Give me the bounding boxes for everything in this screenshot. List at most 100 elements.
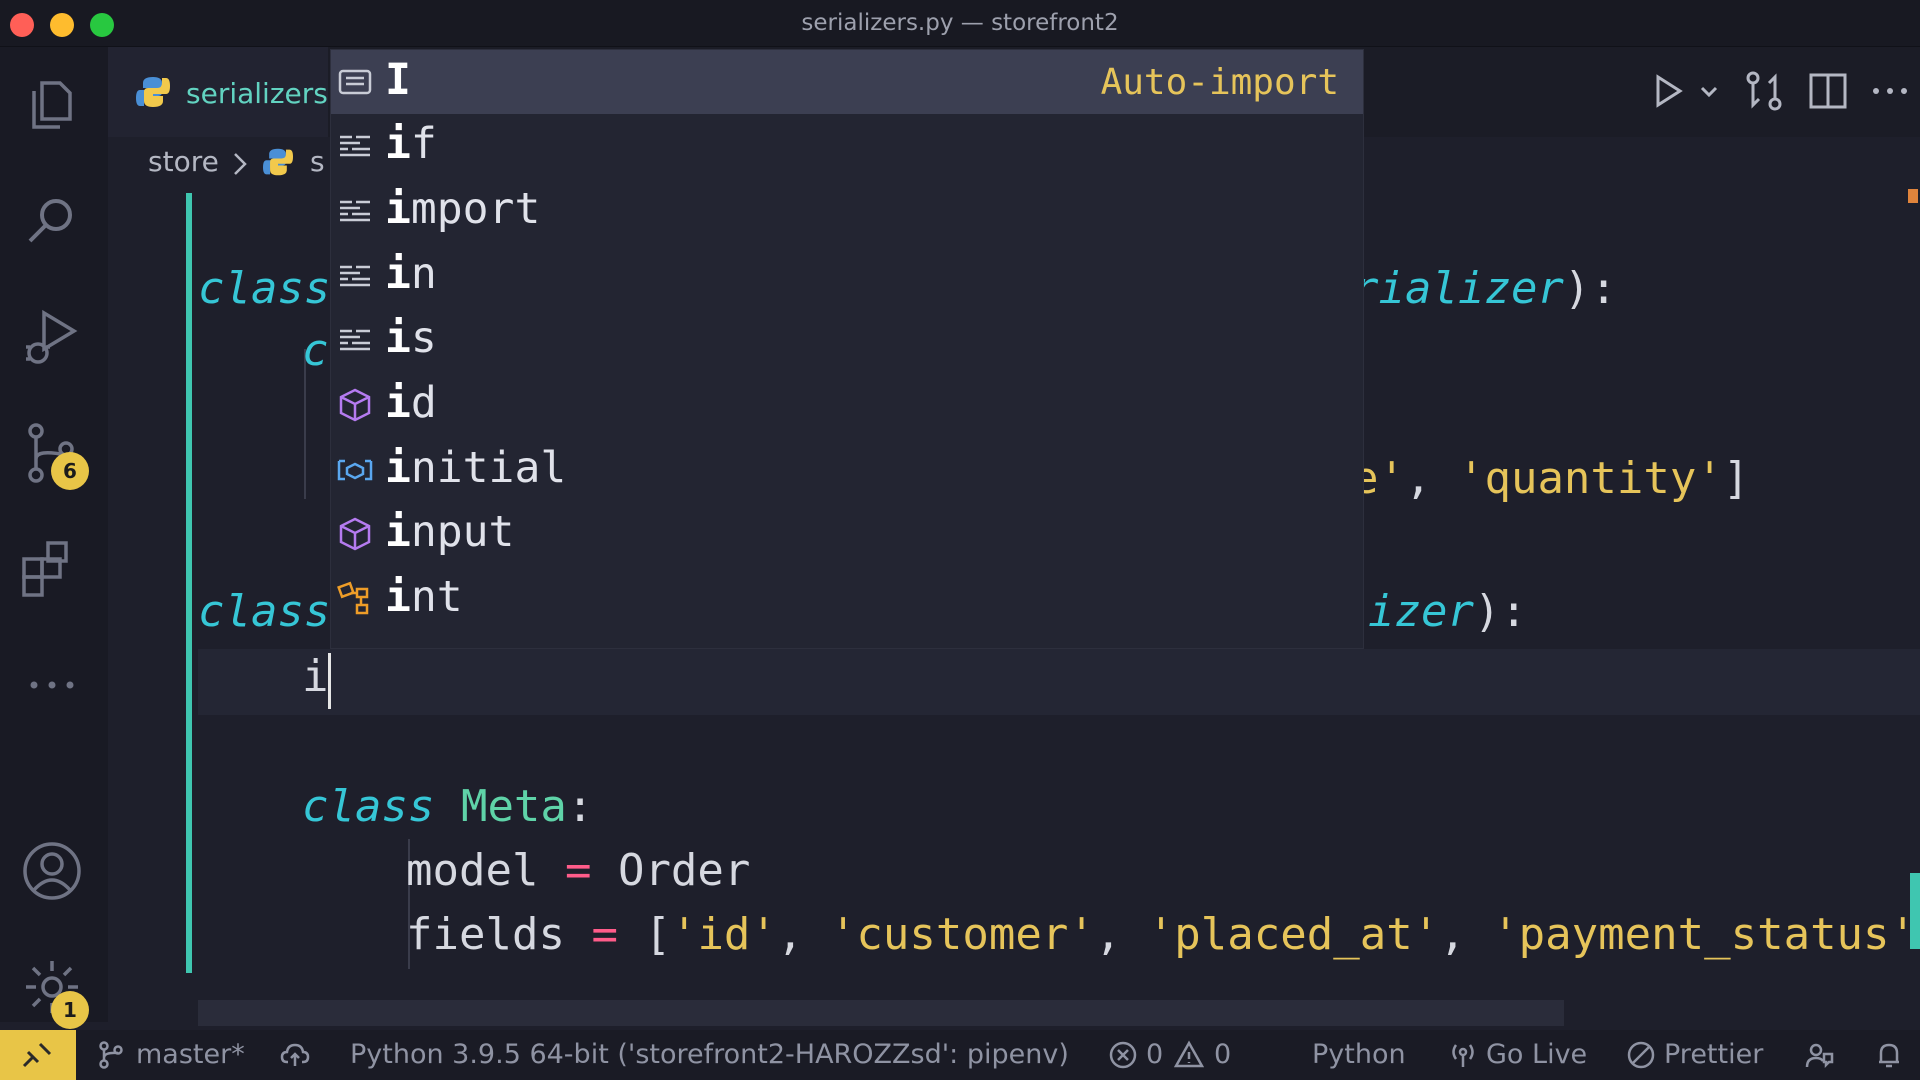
settings-badge: 1 bbox=[51, 991, 89, 1029]
punctuation: [ bbox=[644, 909, 671, 960]
horizontal-scrollbar[interactable] bbox=[198, 1000, 1564, 1026]
suggestion-item[interactable]: is bbox=[331, 308, 1363, 372]
overview-ruler-mark bbox=[1910, 873, 1920, 949]
feedback-icon[interactable] bbox=[1804, 1040, 1834, 1070]
warning-icon bbox=[1174, 1040, 1204, 1068]
python-interpreter[interactable]: Python 3.9.5 64-bit ('storefront2-HAROZZ… bbox=[350, 1039, 1069, 1070]
identifier: Order bbox=[617, 845, 751, 896]
suggestion-label: input bbox=[385, 507, 515, 557]
more-actions-icon[interactable] bbox=[1868, 69, 1912, 113]
git-gutter-added bbox=[186, 193, 192, 973]
string: 'payment_status' bbox=[1492, 909, 1917, 960]
error-count[interactable]: 0 bbox=[1146, 1039, 1163, 1070]
code-line: izer): bbox=[1368, 586, 1527, 637]
typed-text: i bbox=[302, 651, 329, 702]
suggestion-label: is bbox=[385, 313, 437, 363]
sync-cloud-icon[interactable] bbox=[280, 1040, 310, 1070]
code-line: class bbox=[198, 263, 330, 314]
operator: = bbox=[591, 909, 618, 960]
suggestion-label: in bbox=[385, 249, 437, 299]
variable-icon bbox=[337, 459, 373, 481]
variable: fields bbox=[406, 909, 565, 960]
run-debug-icon[interactable] bbox=[18, 303, 86, 371]
code-line: model = Order bbox=[406, 845, 750, 896]
language-mode[interactable]: Python bbox=[1312, 1039, 1406, 1070]
error-icon bbox=[1109, 1041, 1137, 1069]
explorer-icon[interactable] bbox=[18, 71, 86, 139]
suggestion-item[interactable]: I Auto-import bbox=[331, 50, 1363, 114]
code-line: e', 'quantity'] bbox=[1352, 453, 1749, 504]
search-icon[interactable] bbox=[18, 187, 86, 255]
code-line-current: i bbox=[302, 651, 329, 702]
code-line: rializer): bbox=[1352, 263, 1617, 314]
overview-ruler-mark bbox=[1908, 189, 1918, 203]
git-branch[interactable]: master* bbox=[136, 1039, 245, 1070]
chevron-down-icon[interactable] bbox=[1698, 81, 1720, 103]
more-icon[interactable] bbox=[18, 651, 86, 719]
suggestion-widget: I Auto-import if import in is id initial… bbox=[330, 49, 1364, 649]
breadcrumb-file[interactable]: s bbox=[310, 145, 325, 178]
string: 'placed_at' bbox=[1147, 909, 1440, 960]
broadcast-icon bbox=[1452, 1044, 1474, 1067]
suggestion-item[interactable]: if bbox=[331, 114, 1363, 178]
accounts-icon[interactable] bbox=[18, 837, 86, 905]
go-live-button[interactable]: Go Live bbox=[1486, 1039, 1587, 1070]
run-icon[interactable] bbox=[1648, 71, 1688, 111]
status-bar: master* Python 3.9.5 64-bit ('storefront… bbox=[0, 1030, 1920, 1080]
code-line: class Meta: bbox=[302, 781, 593, 832]
current-line-highlight bbox=[198, 649, 1920, 715]
chevron-right-icon bbox=[234, 153, 247, 175]
python-file-icon bbox=[263, 148, 293, 176]
suggestion-item[interactable]: int bbox=[331, 567, 1363, 631]
function-icon bbox=[339, 517, 371, 551]
keyword: class bbox=[198, 586, 331, 637]
suggestion-item[interactable]: import bbox=[331, 179, 1363, 243]
activity-bar: 6 1 bbox=[0, 47, 108, 1029]
class-icon bbox=[337, 581, 369, 615]
suggestion-item[interactable]: in bbox=[331, 244, 1363, 308]
suggestion-item[interactable]: input bbox=[331, 502, 1363, 566]
extensions-icon[interactable] bbox=[18, 535, 86, 603]
operator: = bbox=[564, 845, 592, 896]
keyword: class bbox=[198, 263, 331, 314]
remote-indicator[interactable] bbox=[0, 1030, 76, 1080]
code-line: class bbox=[198, 586, 330, 637]
breadcrumb-folder[interactable]: store bbox=[148, 145, 219, 178]
keyword: c bbox=[302, 325, 329, 376]
suggestion-label: if bbox=[385, 119, 437, 169]
prettier-status[interactable]: Prettier bbox=[1664, 1039, 1763, 1070]
source-control-badge: 6 bbox=[51, 452, 89, 490]
suggestion-label: id bbox=[385, 378, 437, 428]
keyword: class bbox=[302, 781, 435, 832]
prettier-icon bbox=[1627, 1041, 1655, 1069]
punctuation: , bbox=[776, 909, 830, 960]
class-name: Meta bbox=[460, 781, 567, 832]
punctuation: ): bbox=[1473, 586, 1527, 637]
code-line: c bbox=[302, 325, 329, 376]
tab-serializers[interactable]: serializers bbox=[108, 47, 328, 140]
code-line: fields = ['id', 'customer', 'placed_at',… bbox=[406, 909, 1920, 960]
punctuation: ): bbox=[1563, 263, 1617, 314]
keyword-icon bbox=[340, 200, 370, 222]
python-file-icon bbox=[136, 77, 170, 107]
variable: model bbox=[406, 845, 539, 896]
text-cursor bbox=[328, 653, 331, 709]
suggestion-item[interactable]: id bbox=[331, 373, 1363, 437]
title-bar: serializers.py — storefront2 bbox=[0, 0, 1920, 47]
git-branch-icon bbox=[99, 1041, 123, 1069]
suggestion-label: I bbox=[385, 55, 411, 105]
notifications-bell-icon[interactable] bbox=[1874, 1040, 1904, 1070]
split-editor-icon[interactable] bbox=[1806, 69, 1850, 113]
suggestion-item[interactable]: initial bbox=[331, 438, 1363, 502]
string: 'quantity' bbox=[1457, 453, 1723, 504]
punctuation: , bbox=[1404, 453, 1458, 504]
identifier: rializer bbox=[1352, 263, 1564, 314]
text-icon bbox=[338, 69, 372, 95]
suggestion-label: import bbox=[385, 184, 541, 234]
tab-label: serializers bbox=[186, 77, 328, 110]
punctuation: ] bbox=[1722, 453, 1750, 504]
warning-count[interactable]: 0 bbox=[1214, 1039, 1231, 1070]
compare-changes-icon[interactable] bbox=[1742, 69, 1786, 113]
keyword-icon bbox=[340, 265, 370, 287]
string: 'customer' bbox=[829, 909, 1095, 960]
